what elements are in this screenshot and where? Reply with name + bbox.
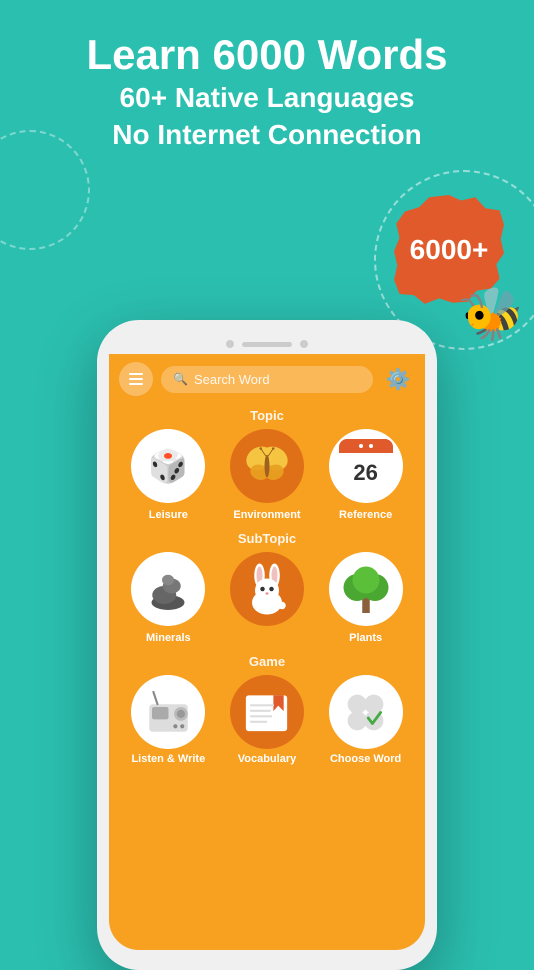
topic-item-leisure[interactable]: 🎲 Leisure <box>131 429 205 521</box>
game-item-listen[interactable]: Listen & Write <box>131 675 205 765</box>
main-title: Learn 6000 Words <box>0 30 534 80</box>
topic-item-environment[interactable]: Environment <box>230 429 304 521</box>
environment-circle <box>230 429 304 503</box>
listen-label: Listen & Write <box>131 753 205 765</box>
subtopic-grid: Minerals <box>109 552 425 650</box>
animals-circle <box>230 552 304 626</box>
game-item-choose[interactable]: Choose Word <box>329 675 403 765</box>
phone-outer-shell: 🔍 Search Word ⚙️ Topic 🎲 Leisure <box>97 320 437 970</box>
menu-line-3 <box>129 383 143 385</box>
game-section-label: Game <box>109 650 425 675</box>
cal-dot-2 <box>369 444 373 448</box>
search-icon: 🔍 <box>173 372 188 386</box>
cal-dot-1 <box>359 444 363 448</box>
vocabulary-circle <box>230 675 304 749</box>
menu-button[interactable] <box>119 362 153 396</box>
topic-section-label: Topic <box>109 404 425 429</box>
phone-speaker <box>242 342 292 347</box>
subtitle-internet: No Internet Connection <box>0 117 534 153</box>
hamburger-icon <box>129 373 143 385</box>
subtopic-item-minerals[interactable]: Minerals <box>131 552 205 644</box>
dice-icon: 🎲 <box>148 447 188 485</box>
menu-line-1 <box>129 373 143 375</box>
subtitle-languages: 60+ Native Languages <box>0 80 534 116</box>
calendar-dots <box>359 444 373 448</box>
settings-icon: ⚙️ <box>386 367 411 392</box>
calendar-number: 26 <box>339 453 393 493</box>
subtopic-section-label: SubTopic <box>109 527 425 552</box>
plants-label: Plants <box>349 632 382 644</box>
phone-screen: 🔍 Search Word ⚙️ Topic 🎲 Leisure <box>109 354 425 950</box>
search-bar: 🔍 Search Word ⚙️ <box>109 354 425 404</box>
topic-item-reference[interactable]: 26 Reference <box>329 429 403 521</box>
radio-icon <box>141 685 196 740</box>
game-grid: Listen & Write <box>109 675 425 771</box>
game-item-vocabulary[interactable]: Vocabulary <box>230 675 304 765</box>
subtopic-item-plants[interactable]: Plants <box>329 552 403 644</box>
stones-icon <box>138 559 198 619</box>
header-section: Learn 6000 Words 60+ Native Languages No… <box>0 0 534 153</box>
rabbit-icon <box>237 559 297 619</box>
leisure-circle: 🎲 <box>131 429 205 503</box>
listen-circle <box>131 675 205 749</box>
search-input[interactable]: 🔍 Search Word <box>161 366 373 393</box>
phone-top-bar <box>109 332 425 354</box>
minerals-label: Minerals <box>146 632 191 644</box>
choose-circle <box>329 675 403 749</box>
animals-label: Animals <box>246 632 289 644</box>
phone-mockup: 🔍 Search Word ⚙️ Topic 🎲 Leisure <box>97 320 437 970</box>
badge-text: 6000+ <box>410 234 489 266</box>
phone-camera <box>226 340 234 348</box>
phone-camera-2 <box>300 340 308 348</box>
calendar-icon: 26 <box>339 439 393 493</box>
menu-line-2 <box>129 378 143 380</box>
book-icon <box>239 685 294 740</box>
vocabulary-label: Vocabulary <box>238 753 297 765</box>
search-placeholder-text: Search Word <box>194 372 270 387</box>
subtopic-item-animals[interactable]: Animals <box>230 552 304 644</box>
environment-label: Environment <box>233 509 300 521</box>
butterfly-icon <box>242 441 292 491</box>
plants-circle <box>329 552 403 626</box>
reference-label: Reference <box>339 509 392 521</box>
calendar-top <box>339 439 393 453</box>
reference-circle: 26 <box>329 429 403 503</box>
topic-grid: 🎲 Leisure <box>109 429 425 527</box>
settings-button[interactable]: ⚙️ <box>381 362 415 396</box>
minerals-circle <box>131 552 205 626</box>
choose-word-icon <box>338 685 393 740</box>
leisure-label: Leisure <box>149 509 188 521</box>
tree-icon <box>336 559 396 619</box>
choose-label: Choose Word <box>330 753 401 765</box>
